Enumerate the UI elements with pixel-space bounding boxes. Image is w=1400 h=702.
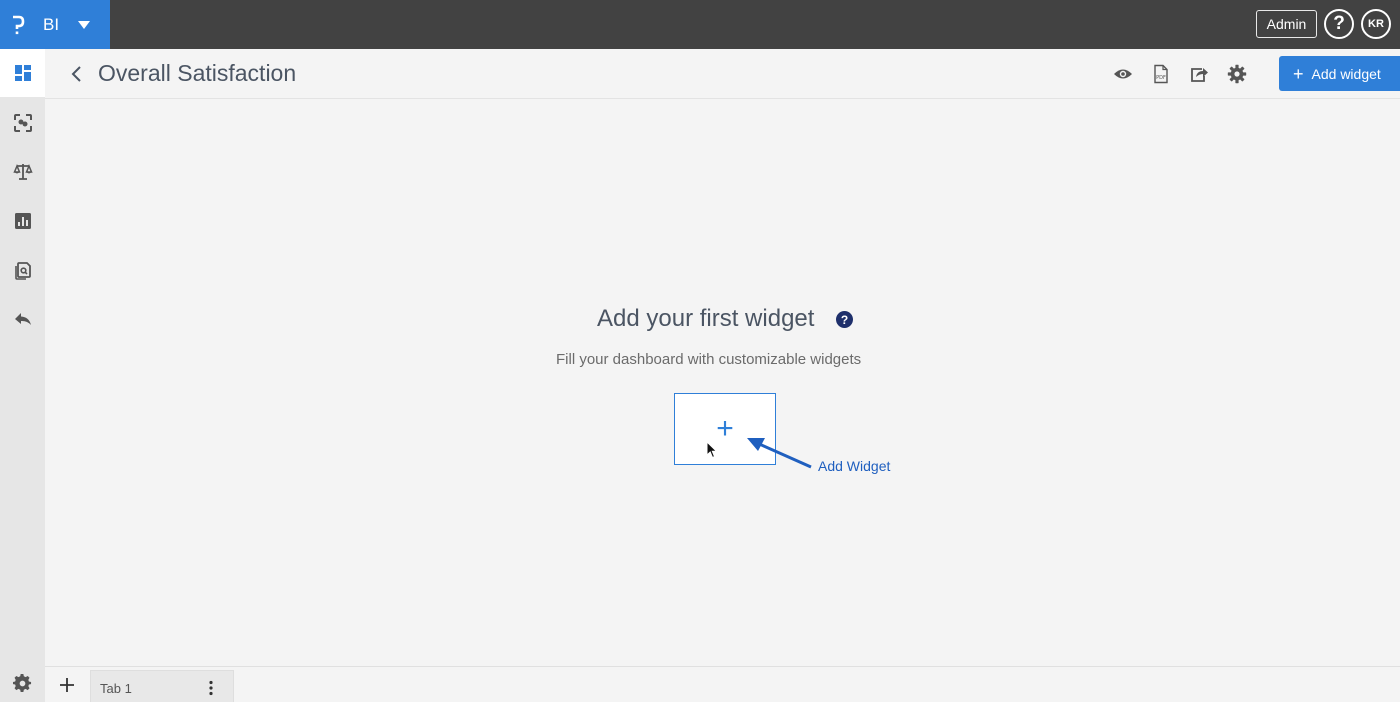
- eye-icon[interactable]: [1113, 64, 1133, 84]
- sidebar: [0, 49, 45, 702]
- tab-label: Tab 1: [100, 681, 132, 696]
- svg-text:PDF: PDF: [1156, 75, 1166, 81]
- pdf-icon[interactable]: PDF: [1151, 64, 1171, 84]
- page-header: Overall Satisfaction PDF + Add widget: [45, 49, 1400, 99]
- empty-state-subtitle: Fill your dashboard with customizable wi…: [556, 351, 862, 368]
- annotation-arrow-icon: [747, 438, 812, 469]
- sidebar-settings[interactable]: [0, 664, 45, 702]
- annotation-label: Add Widget: [818, 458, 891, 474]
- share-icon[interactable]: [1189, 64, 1209, 84]
- plus-icon: +: [716, 412, 734, 445]
- sidebar-item-back[interactable]: [0, 295, 45, 343]
- sidebar-item-dashboards[interactable]: [0, 49, 45, 97]
- empty-state-title: Add your first widget: [597, 305, 815, 332]
- scan-icon: [13, 114, 32, 132]
- sidebar-item-reports[interactable]: [0, 197, 45, 245]
- copy-search-icon: [14, 262, 31, 280]
- page-title: Overall Satisfaction: [98, 60, 297, 86]
- plus-icon: +: [1293, 63, 1304, 84]
- brand-switcher[interactable]: BI: [0, 0, 110, 49]
- tab-1[interactable]: Tab 1: [90, 670, 234, 702]
- help-icon[interactable]: ?: [1324, 9, 1354, 39]
- admin-button[interactable]: Admin: [1256, 10, 1317, 38]
- tab-bar: Tab 1: [45, 666, 1400, 702]
- brand-name: BI: [43, 14, 60, 34]
- add-widget-button[interactable]: + Add widget: [1279, 56, 1400, 91]
- sidebar-item-compare[interactable]: [0, 148, 45, 196]
- sidebar-item-templates[interactable]: [0, 246, 45, 294]
- question-circle-icon[interactable]: ?: [836, 311, 853, 328]
- sidebar-item-scan[interactable]: [0, 99, 45, 147]
- add-widget-label: Add widget: [1311, 65, 1381, 82]
- brand-logo-icon: [13, 15, 25, 34]
- reply-icon: [14, 313, 31, 325]
- user-avatar[interactable]: KR: [1361, 9, 1391, 39]
- gear-icon[interactable]: [1227, 64, 1247, 84]
- chevron-left-icon[interactable]: [67, 64, 87, 84]
- balance-scale-icon: [12, 164, 33, 180]
- add-tab-icon[interactable]: [57, 675, 77, 695]
- bar-chart-icon: [14, 213, 31, 229]
- kebab-menu-icon[interactable]: [207, 680, 215, 696]
- gear-icon: [13, 673, 32, 692]
- top-bar: BI Admin ? KR: [0, 0, 1400, 49]
- mouse-cursor-icon: [706, 441, 718, 459]
- dashboard-icon: [14, 65, 31, 81]
- caret-down-icon[interactable]: [77, 20, 91, 30]
